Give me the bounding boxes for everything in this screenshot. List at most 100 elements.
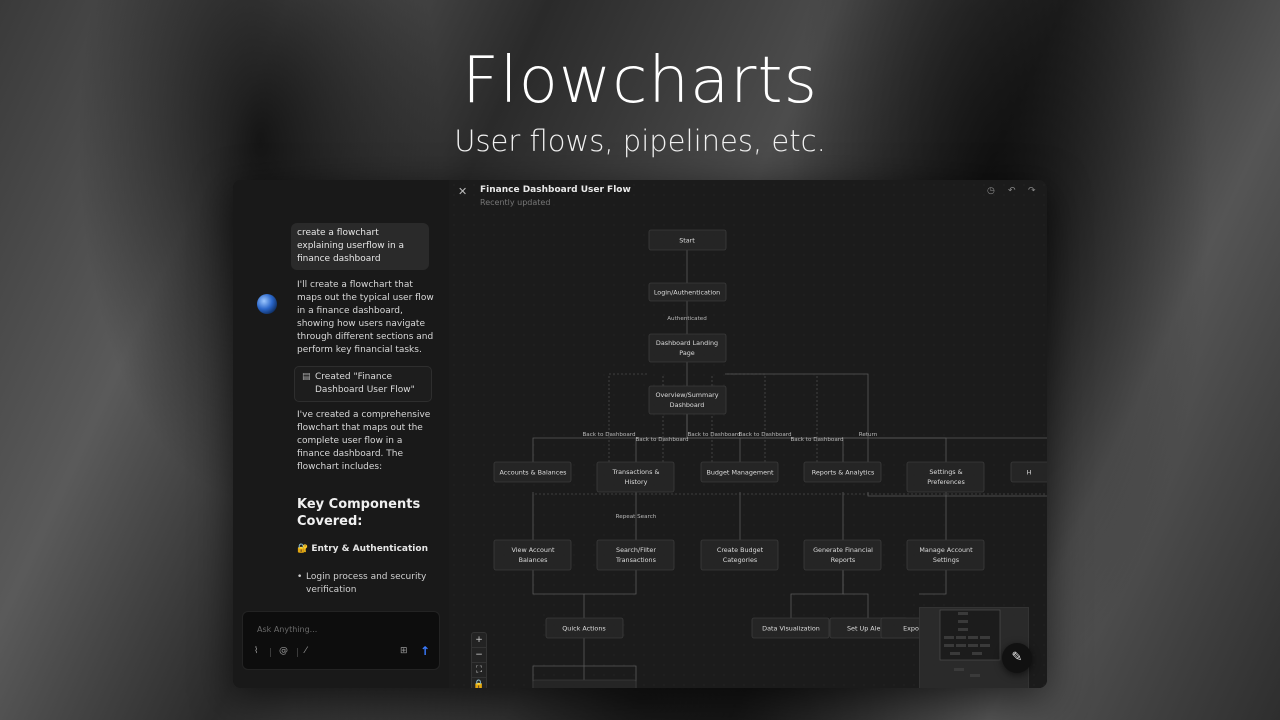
chat-panel: create a flowchart explaining userflow i… [233,180,450,688]
edge [919,570,947,595]
list-item: • Login process and security verification [297,571,437,597]
edge [584,570,637,595]
edge-label: Back to Dashboard [738,432,792,438]
node-data-viz[interactable]: Data Visualization [751,617,830,639]
edge-label: Repeat Search [616,514,657,520]
edit-pencil-icon[interactable]: ✎ [1002,643,1032,673]
node-label: Preferences [927,478,965,486]
node-label: Login/Authentication [654,289,720,297]
node-manage-settings[interactable]: Manage Account Settings [906,539,985,571]
node-bottom-left[interactable] [532,679,637,688]
key-components-heading: Key Components Covered: [297,497,421,529]
node-label: Manage Account [919,546,973,554]
bullet-dot: • [297,572,303,582]
section-title: 🔐 Entry & Authentication [297,544,428,554]
node-label: Data Visualization [762,625,820,633]
node-label: Set Up Aler [847,625,883,633]
node-label: Settings & [929,468,962,476]
send-arrow-up-icon[interactable]: ↑ [420,644,430,658]
divider [297,648,298,657]
node-label: Overview/Summary [655,391,718,399]
node-help[interactable]: H [1010,461,1047,483]
paperclip-icon[interactable]: ⌇ [254,646,258,656]
node-budget[interactable]: Budget Management [700,461,779,483]
lock-icon[interactable]: 🔒 [472,678,486,688]
zoom-out-icon[interactable]: − [472,648,486,663]
app-window: create a flowchart explaining userflow i… [233,180,1047,688]
artifact-label: Created "Finance Dashboard User Flow" [315,372,415,395]
node-label: Expo [903,625,919,633]
zoom-controls: + − ⛶ 🔒 [471,632,487,688]
node-label: Search/Filter [616,546,656,554]
node-transactions[interactable]: Transactions & History [596,461,675,493]
edge [608,373,649,462]
node-label: H [1027,469,1032,477]
node-label: Budget Management [706,469,774,477]
composer: ⌇ @ ⁄ ⊞ ↑ [242,611,440,670]
node-reports[interactable]: Reports & Analytics [803,461,882,483]
edge [725,373,869,462]
node-settings[interactable]: Settings & Preferences [906,461,985,493]
edge-label: Back to Dashboard [790,437,844,443]
node-gen-reports[interactable]: Generate Financial Reports [803,539,882,571]
node-landing[interactable]: Dashboard Landing Page [648,333,727,363]
edge-label: Back to Dashboard [687,432,741,438]
fit-view-icon[interactable]: ⛶ [472,663,486,678]
user-message: create a flowchart explaining userflow i… [291,223,429,270]
edge [842,570,869,618]
node-search[interactable]: Search/Filter Transactions [596,539,675,571]
node-login[interactable]: Login/Authentication [648,282,727,302]
assistant-intro: I'll create a flowchart that maps out th… [297,280,434,355]
divider [270,648,271,657]
zoom-in-icon[interactable]: + [472,633,486,648]
node-label: Settings [933,556,960,564]
hero-subtitle: User flows, pipelines, etc. [454,124,826,158]
pen-icon[interactable]: ⁄ [305,646,307,656]
node-label: Transactions [615,556,657,564]
node-label: Page [679,349,695,357]
canvas-header: ✕ Finance Dashboard User Flow Recently u… [449,180,1047,210]
undo-icon[interactable]: ↶ [1008,186,1016,196]
node-quick-actions[interactable]: Quick Actions [545,617,624,639]
grid-icon[interactable]: ⊞ [400,646,408,656]
assistant-avatar-icon [257,294,277,314]
node-label: Reports [831,556,856,564]
node-view-accounts[interactable]: View Account Balances [493,539,572,571]
node-label: History [625,478,648,486]
node-label: Reports & Analytics [812,469,875,477]
artifact-card[interactable]: ▤ Created "Finance Dashboard User Flow" [294,366,432,402]
bullet-text: Login process and security verification [306,572,427,595]
flowchart-canvas[interactable]: ✕ Finance Dashboard User Flow Recently u… [449,180,1047,688]
node-label: View Account [512,546,555,554]
node-label: Transactions & [612,468,660,476]
node-label: Accounts & Balances [500,469,568,477]
node-label: Generate Financial [813,546,873,554]
node-label: Start [679,237,695,245]
chat-input[interactable] [255,620,429,638]
edge-label: Return [859,432,878,438]
node-overview[interactable]: Overview/Summary Dashboard [648,385,727,415]
clock-icon[interactable]: ◷ [987,186,995,196]
node-label: Dashboard [670,401,705,409]
document-subtitle: Recently updated [480,198,551,207]
close-icon[interactable]: ✕ [458,185,467,198]
edge-label: Back to Dashboard [635,437,689,443]
node-label: Quick Actions [562,625,606,633]
edge [532,570,585,618]
document-title: Finance Dashboard User Flow [480,185,631,195]
hero-title: Flowcharts [462,44,818,118]
node-label: Dashboard Landing [656,339,718,347]
node-label: Categories [723,556,758,564]
edge-label: Back to Dashboard [582,432,636,438]
document-icon: ▤ [302,372,311,382]
edge-label: Authenticated [667,316,707,322]
assistant-summary: I've created a comprehensive flowchart t… [297,410,431,472]
edge [790,570,844,618]
redo-icon[interactable]: ↷ [1028,186,1036,196]
node-accounts[interactable]: Accounts & Balances [493,461,572,483]
at-icon[interactable]: @ [279,646,288,656]
node-label: Create Budget [717,546,764,554]
node-create-budget[interactable]: Create Budget Categories [700,539,779,571]
node-start[interactable]: Start [648,229,727,251]
node-label: Balances [519,556,548,564]
